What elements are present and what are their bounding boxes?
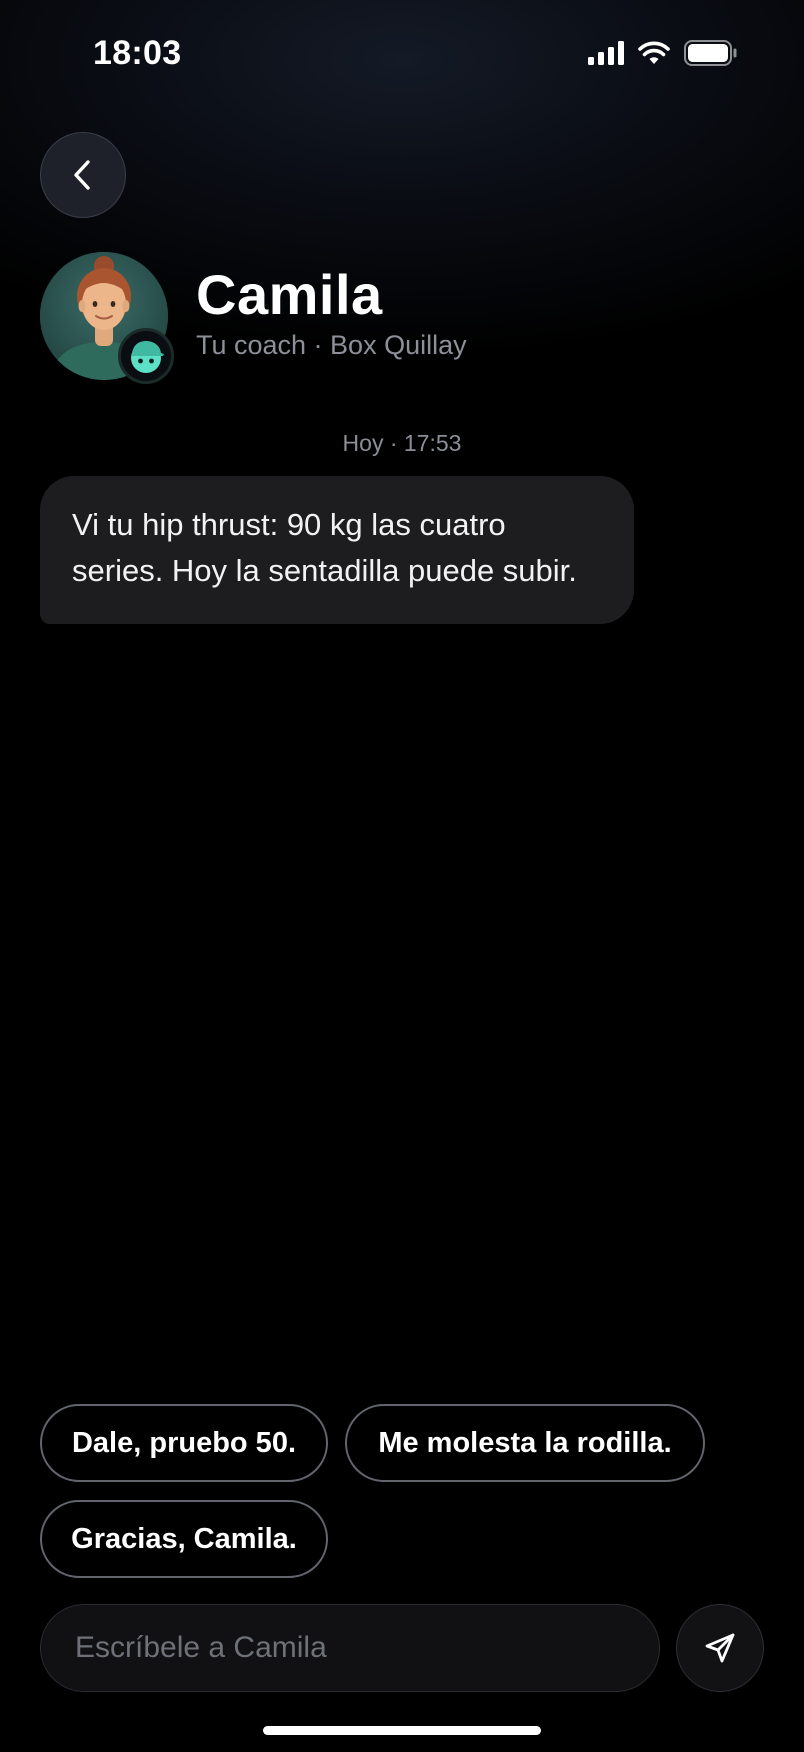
send-button[interactable] — [676, 1604, 764, 1692]
signal-icon — [588, 41, 624, 65]
status-time: 18:03 — [93, 34, 182, 72]
quick-reply-try-50[interactable]: Dale, pruebo 50. — [40, 1404, 328, 1482]
status-icons — [588, 40, 738, 66]
battery-icon — [684, 40, 737, 66]
coach-avatar-group — [40, 252, 174, 384]
chat-screen: 18:03 Camila Tu coach · Box Quillay Hoy … — [0, 0, 804, 1752]
coach-badge — [118, 328, 174, 384]
home-indicator — [263, 1726, 541, 1735]
message-input[interactable] — [73, 1630, 627, 1666]
send-icon — [705, 1633, 735, 1663]
quick-reply-knee[interactable]: Me molesta la rodilla. — [345, 1404, 705, 1482]
message-composer — [40, 1604, 660, 1692]
coach-name: Camila — [196, 263, 383, 326]
mascot-icon — [131, 341, 164, 373]
chevron-left-icon — [74, 160, 90, 190]
incoming-message-bubble: Vi tu hip thrust: 90 kg las cuatro serie… — [40, 476, 634, 624]
wifi-icon — [638, 41, 670, 64]
coach-subtitle: Tu coach · Box Quillay — [196, 330, 467, 360]
back-button[interactable] — [40, 132, 126, 218]
quick-reply-thanks[interactable]: Gracias, Camila. — [40, 1500, 328, 1578]
message-timestamp: Hoy · 17:53 — [342, 430, 462, 456]
